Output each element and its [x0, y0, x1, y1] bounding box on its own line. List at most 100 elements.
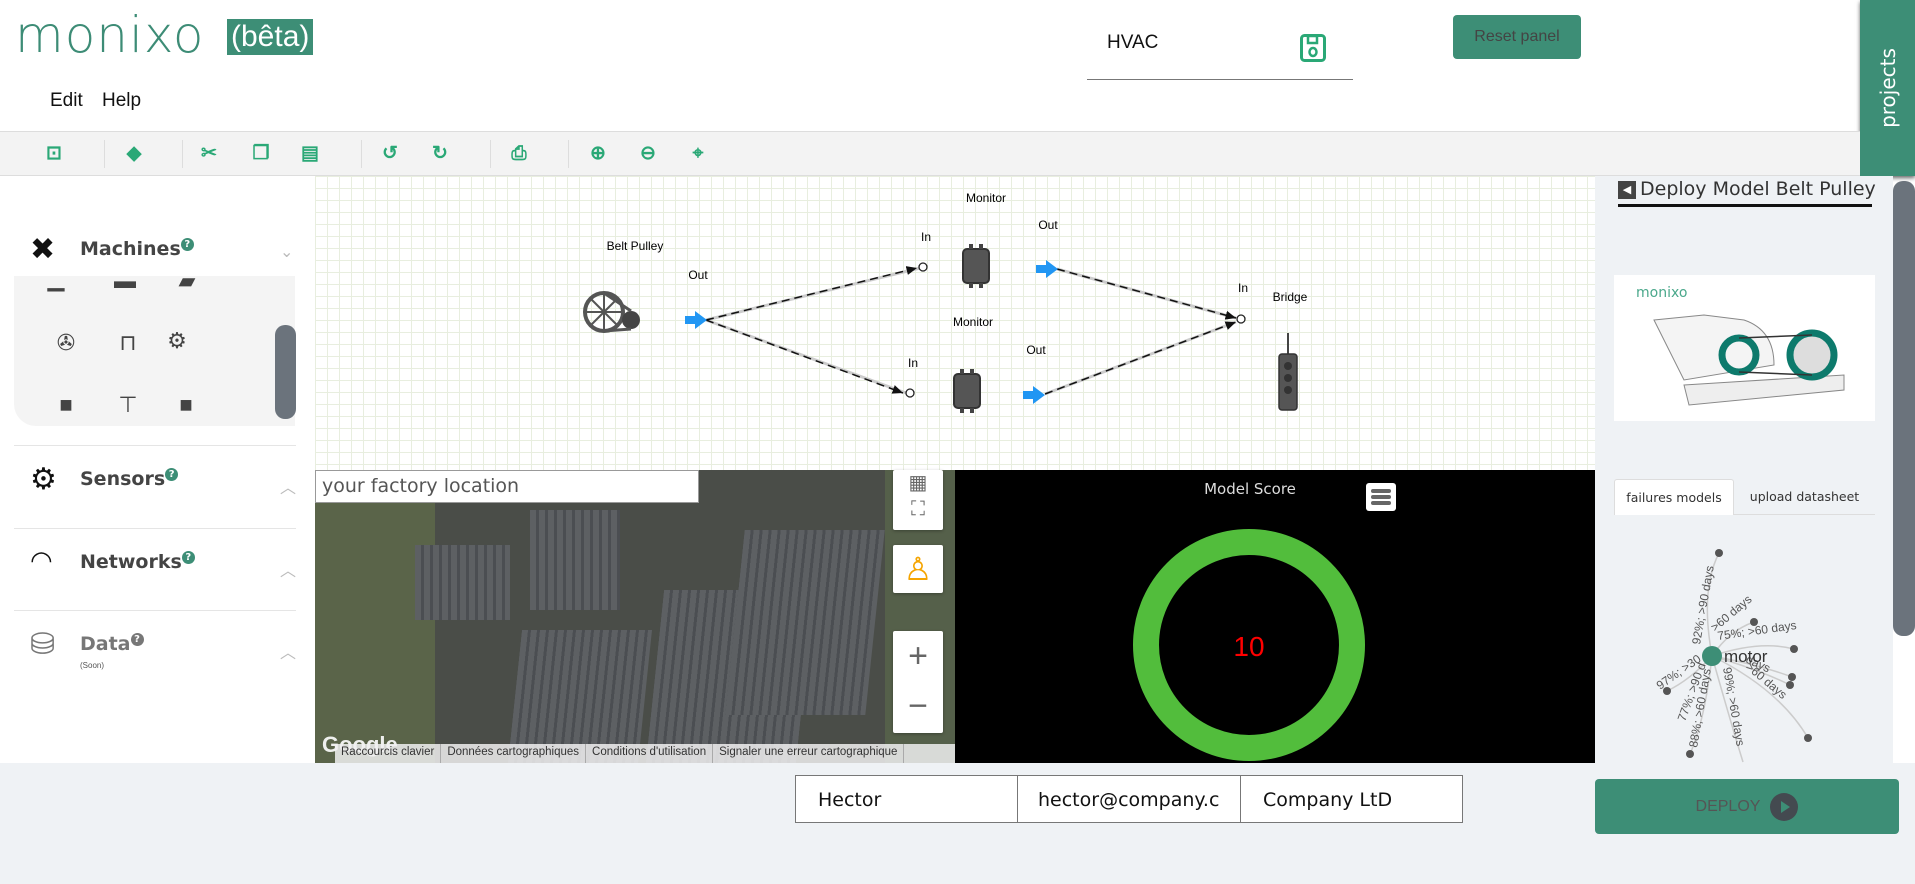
- soon-note: (Soon): [80, 661, 105, 670]
- panel-scrollbar[interactable]: [1893, 181, 1915, 636]
- section-label: Networks: [80, 551, 182, 573]
- tree-root-node: [1702, 646, 1722, 666]
- divider: [14, 610, 296, 611]
- center-icon[interactable]: ⌖: [687, 143, 709, 165]
- node-label: Bridge: [1273, 290, 1308, 304]
- monitor-node[interactable]: Monitor In Out: [918, 191, 1058, 288]
- email-input[interactable]: hector@company.c: [1017, 775, 1241, 823]
- divider: [14, 528, 296, 529]
- cut-icon[interactable]: ✂: [198, 143, 220, 165]
- zoom-in-icon[interactable]: ⊕: [587, 143, 609, 165]
- keyboard-shortcuts-link[interactable]: Raccourcis clavier: [335, 744, 442, 763]
- compressor-icon[interactable]: ▬: [107, 276, 143, 292]
- generator-icon[interactable]: ▰: [169, 276, 205, 292]
- print-icon[interactable]: ⎙: [508, 143, 530, 165]
- undo-icon[interactable]: ↺: [379, 143, 401, 165]
- collapse-icon[interactable]: ◀: [1618, 181, 1636, 199]
- sidebar-section-sensors[interactable]: ⚙ Sensors? ︿: [14, 462, 296, 498]
- wifi-icon: ◠: [30, 545, 53, 575]
- bridge-node[interactable]: In Bridge: [1236, 281, 1308, 411]
- tab-failures-models[interactable]: failures models: [1614, 479, 1734, 515]
- factory-location-search[interactable]: your factory location: [315, 470, 699, 503]
- zoom-out-button[interactable]: −: [908, 687, 928, 725]
- chevron-down-icon[interactable]: ⌄: [280, 242, 293, 262]
- reset-panel-button[interactable]: Reset panel: [1453, 15, 1581, 59]
- panel-title-text: Deploy Model Belt Pulley: [1640, 178, 1876, 200]
- chart-menu-button[interactable]: [1366, 483, 1396, 511]
- conveyor-icon[interactable]: ▁: [38, 276, 74, 290]
- divider: [14, 445, 296, 446]
- motor-icon[interactable]: ■: [48, 394, 84, 416]
- street-view-pegman-icon[interactable]: ♙: [893, 545, 943, 593]
- belt-pulley-node[interactable]: Belt Pulley Out: [583, 239, 708, 333]
- in-port: [905, 388, 915, 398]
- palette-scrollbar[interactable]: [275, 325, 296, 419]
- divider: [182, 140, 183, 168]
- map-building: [415, 545, 510, 620]
- map-data-link[interactable]: Données cartographiques: [441, 744, 587, 763]
- terms-link[interactable]: Conditions d'utilisation: [586, 744, 714, 763]
- map[interactable]: [315, 470, 955, 763]
- report-error-link[interactable]: Signaler une erreur cartographique: [713, 744, 905, 763]
- help-icon[interactable]: ?: [180, 238, 194, 251]
- menu-edit[interactable]: Edit: [50, 90, 83, 112]
- zoom-out-icon[interactable]: ⊖: [637, 143, 659, 165]
- logo: monixo: [15, 6, 205, 64]
- in-port: [918, 262, 928, 272]
- copy-icon[interactable]: ❐: [250, 143, 272, 165]
- company-input[interactable]: Company LtD: [1240, 775, 1463, 823]
- projects-tab[interactable]: projects: [1860, 0, 1915, 176]
- monitor-node[interactable]: Monitor In Out: [905, 315, 1046, 413]
- out-port-arrow-icon: [1036, 260, 1058, 278]
- divider: [104, 140, 105, 168]
- map-zoom-control: + −: [893, 631, 943, 733]
- score-gauge: 10: [1133, 529, 1365, 761]
- chevron-up-icon[interactable]: ︿: [280, 639, 296, 663]
- edge: [705, 266, 918, 321]
- eraser-icon[interactable]: ◆: [123, 143, 145, 165]
- help-icon[interactable]: ?: [165, 468, 179, 481]
- tree-root-label: motor: [1724, 647, 1768, 666]
- sidebar-section-data[interactable]: ⛁ Data? (Soon) ︿: [14, 627, 296, 677]
- projects-tab-label: projects: [1875, 48, 1900, 128]
- help-icon[interactable]: ?: [181, 551, 195, 564]
- heater-icon[interactable]: ⊓: [110, 332, 146, 354]
- tools-icon: ✖: [30, 233, 56, 266]
- node-label: Belt Pulley: [607, 239, 664, 253]
- block-icon[interactable]: ■: [168, 394, 204, 416]
- out-port-arrow-icon: [685, 311, 707, 329]
- section-label: Machines: [80, 238, 181, 260]
- port-label: Out: [1038, 218, 1058, 232]
- port-label: Out: [688, 268, 708, 282]
- play-icon: [1770, 792, 1799, 821]
- panel-title[interactable]: ◀ Deploy Model Belt Pulley: [1618, 178, 1876, 207]
- zoom-in-button[interactable]: +: [908, 637, 928, 675]
- toolbar: ⊡ ◆ ✂ ❐ ▤ ↺ ↻ ⎙ ⊕ ⊖ ⌖: [0, 131, 1860, 176]
- chevron-up-icon[interactable]: ︿: [280, 474, 296, 498]
- fullscreen-icon[interactable]: ⛶: [911, 498, 925, 520]
- tab-upload-datasheet[interactable]: upload datasheet: [1734, 479, 1875, 515]
- score-value: 10: [1233, 631, 1264, 662]
- tree-label: 99%; >60 days: [1720, 666, 1748, 747]
- help-icon[interactable]: ?: [130, 633, 144, 646]
- map-type-button[interactable]: ▦ ⛶: [893, 470, 943, 530]
- save-icon[interactable]: [1300, 34, 1326, 62]
- gears-icon: ⚙: [30, 463, 57, 496]
- edge: [1056, 268, 1237, 320]
- sidebar-section-networks[interactable]: ◠ Networks? ︿: [14, 545, 296, 581]
- drill-icon[interactable]: ⊤: [110, 394, 146, 416]
- fit-page-icon[interactable]: ⊡: [43, 143, 65, 165]
- redo-icon[interactable]: ↻: [429, 143, 451, 165]
- fan-icon[interactable]: ✇: [48, 332, 84, 354]
- menu-help[interactable]: Help: [102, 90, 141, 112]
- belt-pulley-icon[interactable]: ⚙: [159, 330, 195, 352]
- deploy-button[interactable]: DEPLOY: [1595, 779, 1899, 834]
- name-input[interactable]: Hector: [795, 775, 1018, 823]
- map-building: [725, 530, 885, 715]
- score-title: Model Score: [1204, 480, 1296, 498]
- tree-label: 92%; >90 days: [1689, 565, 1717, 646]
- beta-badge: (bêta): [227, 19, 314, 55]
- sidebar-section-machines[interactable]: ✖ Machines? ⌄: [14, 232, 296, 268]
- chevron-up-icon[interactable]: ︿: [280, 557, 296, 581]
- paste-icon[interactable]: ▤: [299, 143, 321, 165]
